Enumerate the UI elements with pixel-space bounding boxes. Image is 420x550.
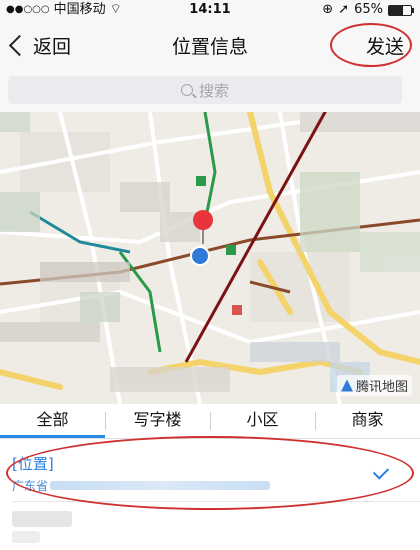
annotation-circle-location [6, 436, 414, 510]
battery-fill [389, 5, 404, 15]
battery-icon [388, 4, 414, 16]
battery-percent: 65% [354, 2, 383, 17]
list-item-sub [12, 531, 40, 543]
list-item[interactable] [12, 511, 72, 527]
map-view[interactable]: 腾讯地图 [0, 112, 420, 404]
nav-bar: 返回 位置信息 发送 [0, 20, 420, 70]
search-placeholder: 搜索 [198, 81, 229, 100]
tab-residential[interactable]: 小区 [210, 404, 315, 438]
status-bar: ●●○○○ 中国移动 ⌔ 14:11 ⊕ ➚ 65% [0, 0, 420, 20]
map-canvas [0, 112, 420, 404]
tab-label: 商家 [351, 410, 384, 429]
status-right: ⊕ ➚ 65% [322, 0, 414, 20]
location-arrow-icon: ➚ [338, 2, 350, 17]
map-provider-logo: 腾讯地图 [336, 375, 412, 396]
tab-label: 小区 [246, 410, 279, 429]
tab-label: 写字楼 [133, 410, 182, 429]
search-input[interactable]: 搜索 [8, 76, 402, 104]
category-tabs: 全部 写字楼 小区 商家 [0, 404, 420, 439]
search-icon [180, 84, 193, 96]
tab-all[interactable]: 全部 [0, 404, 105, 438]
orientation-lock-icon: ⊕ [322, 2, 334, 17]
tab-label: 全部 [36, 410, 69, 429]
search-bar: 搜索 [0, 70, 420, 112]
map-logo-text: 腾讯地图 [355, 380, 408, 395]
annotation-circle-send [330, 23, 412, 67]
tab-office[interactable]: 写字楼 [105, 404, 210, 438]
tab-merchant[interactable]: 商家 [315, 404, 420, 438]
map-logo-icon [340, 379, 353, 392]
